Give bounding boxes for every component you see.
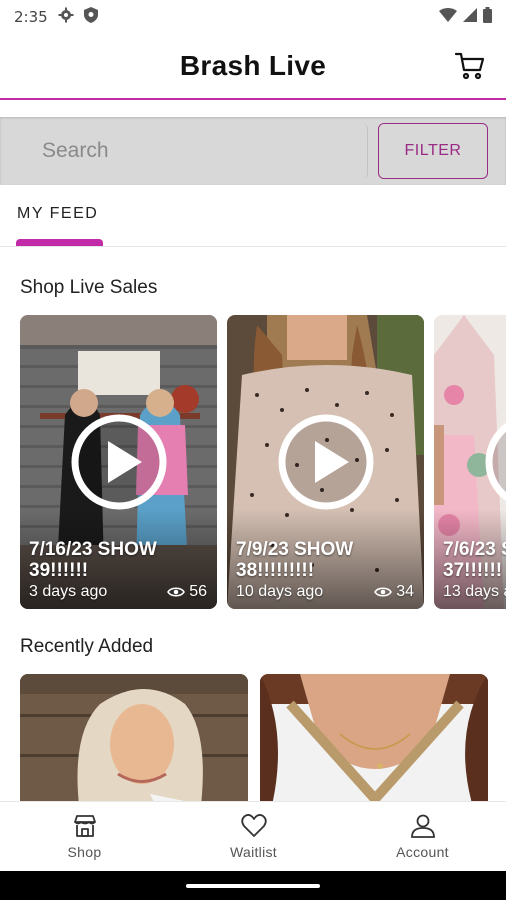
nav-waitlist[interactable]: Waitlist [169,802,338,872]
nav-label: Waitlist [230,844,277,860]
person-icon [410,814,435,838]
eye-icon [374,587,393,597]
settings-gear-icon [58,7,74,27]
views-count: 56 [189,583,207,600]
nav-label: Shop [67,844,102,860]
wifi-icon [439,8,457,26]
show-title: 7/6/23 SHOW 37!!!!!! [443,539,506,581]
nav-shop[interactable]: Shop [0,802,169,872]
status-time: 2:35 [14,8,48,26]
product-image [20,674,248,802]
status-bar: 2:35 [0,0,506,34]
show-title: 7/16/23 SHOW 39!!!!!! [29,539,157,581]
battery-icon [483,7,492,27]
show-time-ago: 3 days ago [29,583,108,600]
show-time-ago: 13 days ago [443,583,506,600]
system-gesture-bar [0,871,506,900]
header-accent-line [0,98,506,100]
bottom-nav: Shop Waitlist Account [0,801,506,871]
live-show-card[interactable]: 7/6/23 SHOW 37!!!!!! 13 days ago [434,315,506,609]
search-input[interactable]: Search [18,123,368,179]
views-count: 34 [396,583,414,600]
play-icon[interactable] [277,413,375,511]
product-image [260,674,488,802]
show-views: 34 [374,583,414,601]
signal-icon [463,8,477,26]
play-icon[interactable] [484,413,506,511]
show-title: 7/9/23 SHOW 38!!!!!!!!! [236,539,354,581]
shield-icon [83,7,98,27]
product-card[interactable] [260,674,488,802]
recently-added-grid[interactable] [20,674,506,802]
cart-icon [454,52,485,80]
eye-icon [167,587,186,597]
nav-label: Account [396,844,449,860]
live-show-card[interactable]: 7/9/23 SHOW 38!!!!!!!!! 10 days ago 34 [227,315,424,609]
tab-active-indicator [16,239,103,246]
heart-icon [240,814,267,837]
feed-tabs: MY FEED [0,185,506,247]
nav-account[interactable]: Account [338,802,506,872]
store-icon [73,815,96,837]
product-card[interactable] [20,674,248,802]
show-time-ago: 10 days ago [236,583,324,600]
app-header: Brash Live [0,34,506,98]
live-show-card[interactable]: 7/16/23 SHOW 39!!!!!! 3 days ago 56 [20,315,217,609]
play-icon[interactable] [70,413,168,511]
home-gesture-handle[interactable] [186,884,320,888]
cart-button[interactable] [454,50,486,82]
section-title-recently-added: Recently Added [20,636,154,657]
live-sales-carousel[interactable]: 7/16/23 SHOW 39!!!!!! 3 days ago 56 7/9/… [20,315,506,609]
section-title-live-sales: Shop Live Sales [20,277,158,298]
search-bar: Search FILTER [0,117,506,185]
filter-button[interactable]: FILTER [378,123,488,179]
app-title: Brash Live [179,50,327,81]
show-views: 56 [167,583,207,601]
tab-my-feed[interactable]: MY FEED [17,205,98,223]
